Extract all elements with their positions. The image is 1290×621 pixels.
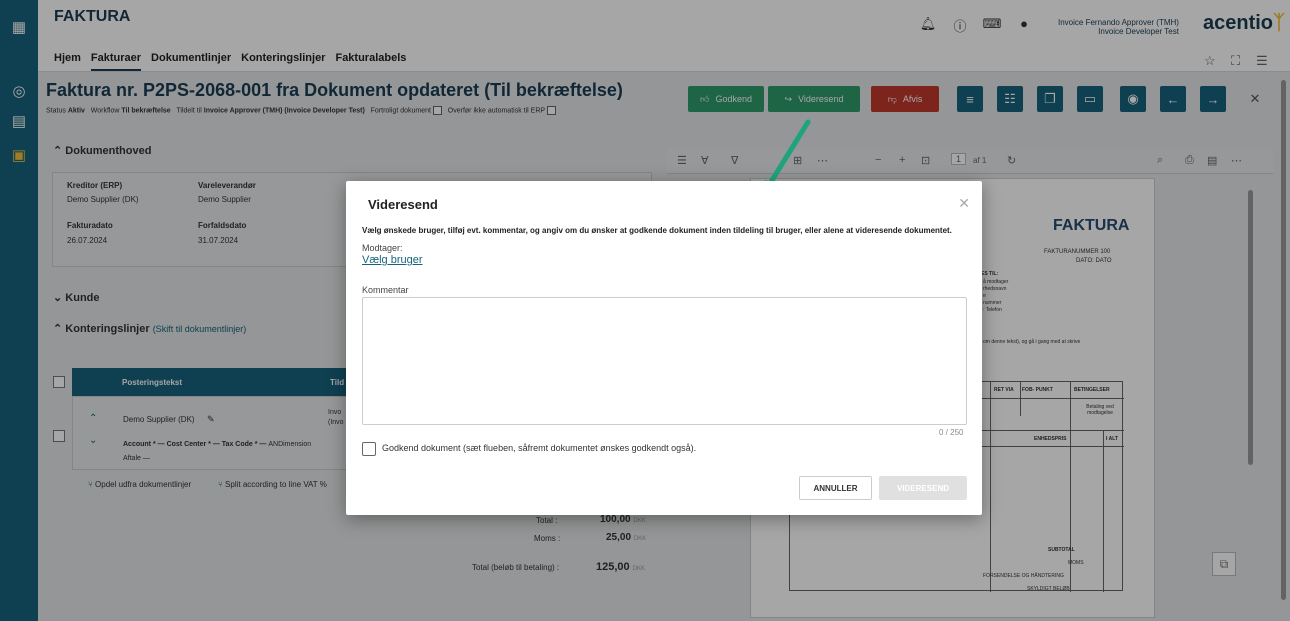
select-user-link[interactable]: Vælg bruger	[362, 254, 423, 266]
dialog-close-icon[interactable]: ✕	[958, 195, 970, 212]
approve-document-checkbox[interactable]	[362, 442, 376, 456]
comment-textarea[interactable]	[362, 297, 967, 425]
forward-submit-button[interactable]: VIDERESEND	[879, 476, 967, 500]
cancel-button[interactable]: ANNULLER	[799, 476, 872, 500]
char-counter: 0 / 250	[939, 428, 964, 437]
comment-label: Kommentar	[362, 285, 409, 295]
forward-dialog: Videresend ✕ Vælg ønskede bruger, tilføj…	[346, 181, 982, 515]
dialog-instruction: Vælg ønskede bruger, tilføj evt. komment…	[362, 226, 952, 235]
recipient-label: Modtager:	[362, 243, 403, 253]
approve-document-label: Godkend dokument (sæt flueben, såfremt d…	[382, 443, 697, 453]
dialog-title: Videresend	[368, 197, 438, 212]
